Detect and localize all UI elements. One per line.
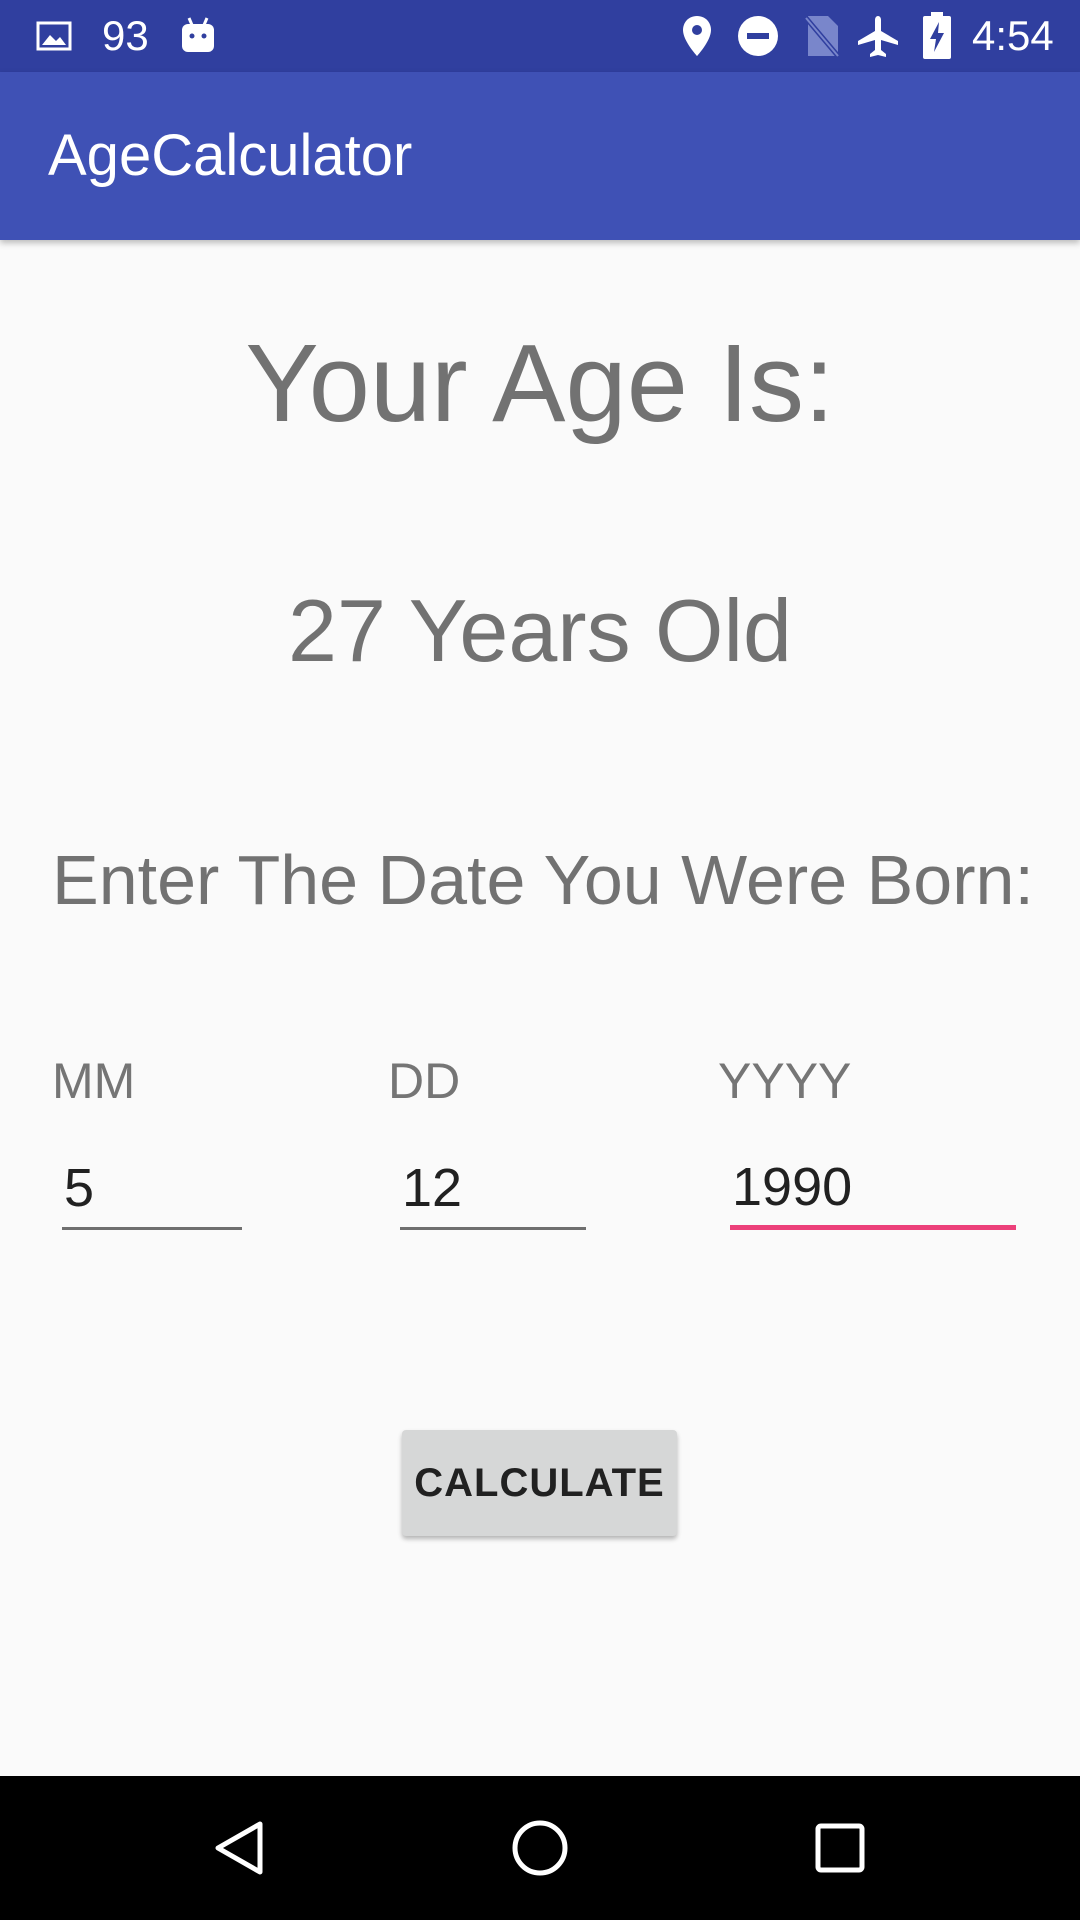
day-input[interactable] <box>400 1148 586 1230</box>
calculate-button[interactable]: CALCULATE <box>402 1430 677 1536</box>
month-label: MM <box>52 1053 136 1109</box>
recents-icon[interactable] <box>800 1812 880 1884</box>
age-result: 27 Years Old <box>288 581 792 680</box>
age-heading: Your Age Is: <box>245 322 835 445</box>
back-icon[interactable] <box>200 1812 280 1884</box>
airplane-mode-icon <box>856 0 900 72</box>
month-input[interactable] <box>62 1148 242 1230</box>
app-bar: AgeCalculator <box>0 72 1080 240</box>
birth-date-prompt: Enter The Date You Were Born: <box>52 841 1034 919</box>
no-sim-icon <box>804 0 840 72</box>
navigation-bar <box>0 1776 1080 1920</box>
notification-count: 93 <box>102 12 149 59</box>
status-bar: 93 4:54 <box>0 0 1080 72</box>
app-title: AgeCalculator <box>48 123 413 188</box>
do-not-disturb-icon <box>736 0 780 72</box>
android-icon <box>180 0 216 72</box>
location-icon <box>680 0 714 72</box>
year-label: YYYY <box>718 1053 852 1109</box>
main-content: Your Age Is: 27 Years Old Enter The Date… <box>0 240 1080 1776</box>
image-icon <box>36 0 72 72</box>
year-input[interactable] <box>730 1148 1016 1230</box>
home-icon[interactable] <box>500 1812 580 1884</box>
clock: 4:54 <box>972 12 1054 59</box>
battery-charging-icon <box>922 0 952 72</box>
day-label: DD <box>388 1053 461 1109</box>
